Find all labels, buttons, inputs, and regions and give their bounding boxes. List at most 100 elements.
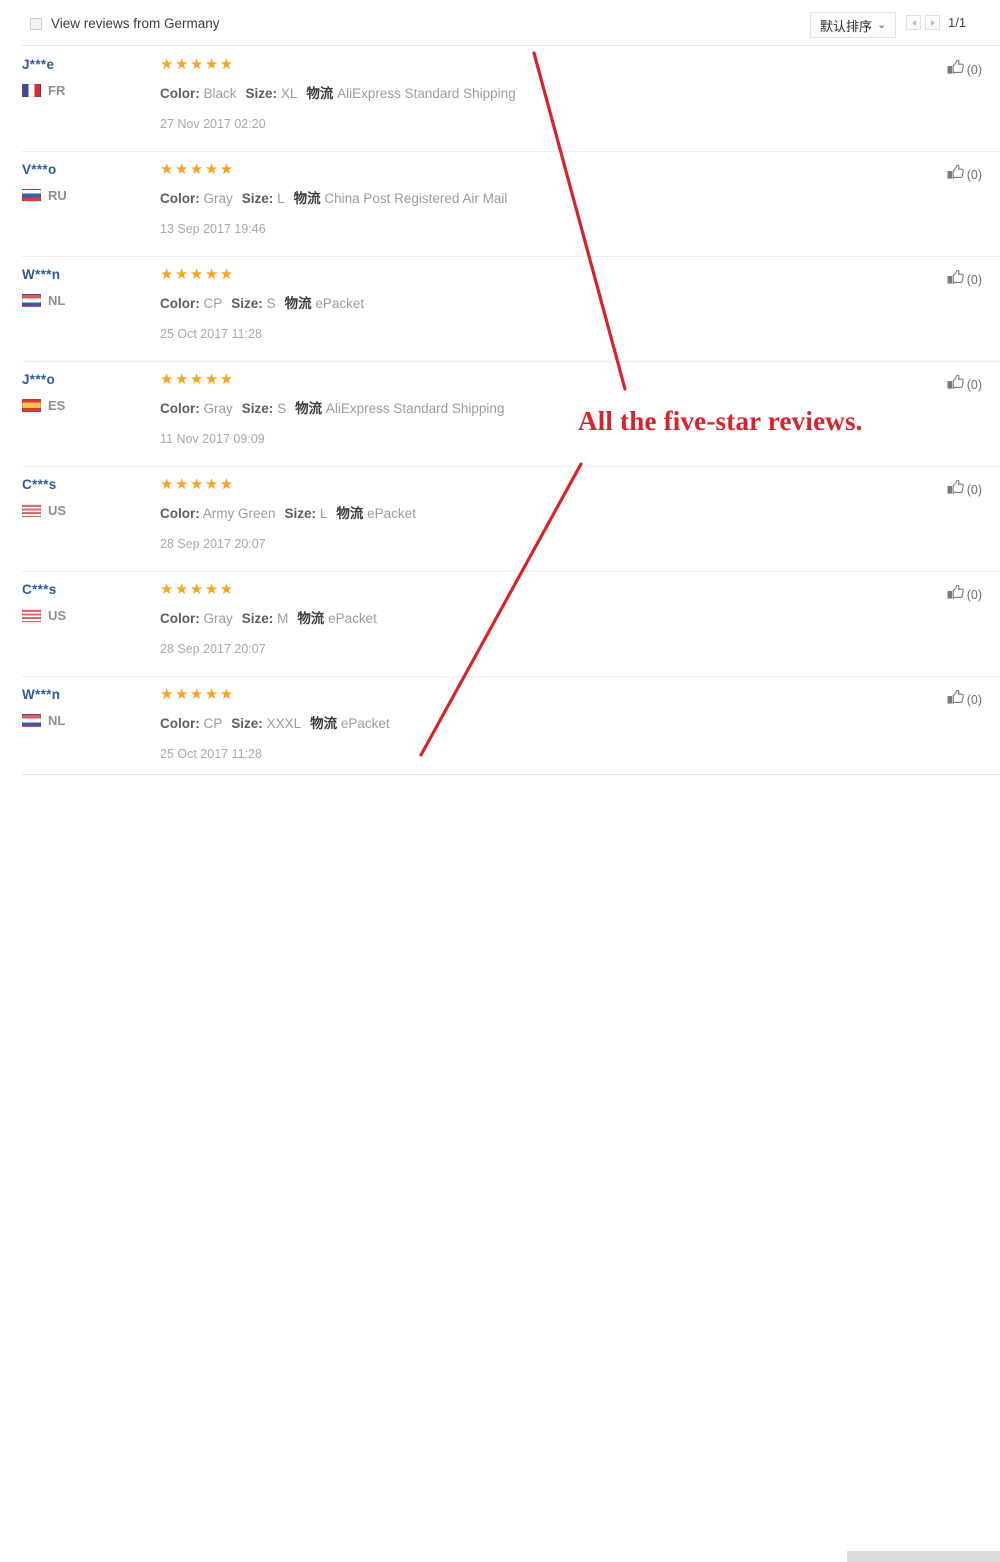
review-body: ★★★★★ Color: Gray Size: M 物流 ePacket 28 Sep … bbox=[160, 581, 880, 656]
country-code: US bbox=[48, 608, 67, 623]
logistics-value: ePacket bbox=[328, 611, 377, 626]
pagination: 1/1 bbox=[906, 15, 966, 30]
reviewer-name: J***o bbox=[22, 372, 56, 387]
helpful-button[interactable]: (0) bbox=[947, 479, 982, 500]
star-rating: ★★★★★ bbox=[160, 686, 235, 703]
thumbs-up-icon bbox=[947, 374, 964, 395]
helpful-button[interactable]: (0) bbox=[947, 374, 982, 395]
horizontal-scrollbar-track[interactable] bbox=[0, 775, 1000, 1562]
color-value: Gray bbox=[203, 401, 233, 416]
country-filter-label: View reviews from Germany bbox=[51, 16, 220, 31]
review-body: ★★★★★ Color: CP Size: S 物流 ePacket 25 Oct 20… bbox=[160, 266, 880, 341]
size-value: L bbox=[277, 191, 285, 206]
reviewer-country: US bbox=[22, 503, 152, 518]
country-code: RU bbox=[48, 188, 67, 203]
review-date: 11 Nov 2017 09:09 bbox=[160, 432, 265, 446]
sort-order-dropdown[interactable]: 默认排序 ⌄ bbox=[810, 12, 897, 38]
review-attributes: Color: CP Size: XXXL 物流 ePacket bbox=[160, 715, 880, 733]
country-code: NL bbox=[48, 293, 66, 308]
logistics-label: 物流 bbox=[284, 296, 312, 312]
thumbs-up-icon bbox=[947, 59, 964, 80]
logistics-value: ePacket bbox=[367, 506, 416, 521]
reviewer-info: V***o RU bbox=[22, 162, 152, 203]
star-rating: ★★★★★ bbox=[160, 161, 235, 178]
color-value: Gray bbox=[203, 191, 233, 206]
review-date: 28 Sep 2017 20:07 bbox=[160, 537, 266, 551]
review-body: ★★★★★ Color: Army Green Size: L 物流 ePacket 2… bbox=[160, 476, 880, 551]
helpful-count: (0) bbox=[966, 693, 982, 707]
reviewer-country: FR bbox=[22, 83, 152, 98]
next-page-button[interactable] bbox=[925, 15, 940, 30]
thumbs-up-icon bbox=[947, 479, 964, 500]
review-body: ★★★★★ Color: Gray Size: S 物流 AliExpress Sta… bbox=[160, 372, 880, 446]
size-label: Size: bbox=[241, 401, 274, 416]
helpful-count: (0) bbox=[966, 378, 982, 392]
size-label: Size: bbox=[231, 716, 263, 731]
prev-page-button[interactable] bbox=[906, 15, 921, 30]
review-attributes: Color: Gray Size: S 物流 AliExpress Standard… bbox=[160, 400, 880, 418]
helpful-button[interactable]: (0) bbox=[947, 59, 982, 80]
usa-flag-icon bbox=[22, 609, 41, 622]
logistics-value: China Post Registered Air Mail bbox=[324, 191, 508, 206]
reviewer-name: C***s bbox=[22, 477, 57, 492]
country-filter-checkbox-row[interactable]: View reviews from Germany bbox=[30, 16, 220, 31]
review-attributes: Color: Gray Size: L 物流 China Post Register… bbox=[160, 190, 880, 208]
review-date: 28 Sep 2017 20:07 bbox=[160, 642, 266, 656]
sort-order-label: 默认排序 bbox=[820, 19, 873, 35]
helpful-button[interactable]: (0) bbox=[947, 689, 982, 710]
size-label: Size: bbox=[284, 506, 317, 521]
review-row: V***o RU ★★★★★ Color: Gray Size: L 物流 China P… bbox=[0, 151, 1000, 256]
netherlands-flag-icon bbox=[22, 714, 41, 727]
russia-flag-icon bbox=[22, 189, 41, 202]
logistics-value: ePacket bbox=[340, 716, 390, 731]
logistics-label: 物流 bbox=[295, 401, 323, 417]
reviewer-info: C***s US bbox=[22, 582, 152, 623]
netherlands-flag-icon bbox=[22, 294, 41, 307]
star-rating: ★★★★★ bbox=[160, 56, 235, 73]
size-label: Size: bbox=[231, 296, 263, 311]
helpful-count: (0) bbox=[966, 483, 982, 497]
logistics-label: 物流 bbox=[293, 191, 321, 207]
review-body: ★★★★★ Color: Black Size: XL 物流 AliExpress S… bbox=[160, 56, 880, 131]
reviewer-info: J***o ES bbox=[22, 372, 152, 413]
reviewer-country: RU bbox=[22, 188, 152, 203]
color-label: Color: bbox=[160, 506, 200, 521]
triangle-left-icon bbox=[911, 19, 916, 26]
country-filter-checkbox[interactable] bbox=[30, 17, 42, 30]
review-date: 25 Oct 2017 11:28 bbox=[160, 327, 262, 341]
france-flag-icon bbox=[22, 84, 41, 97]
size-value: M bbox=[277, 611, 289, 626]
reviewer-info: W***n NL bbox=[22, 687, 152, 728]
thumbs-up-icon bbox=[947, 269, 964, 290]
color-value: CP bbox=[203, 296, 223, 311]
star-rating: ★★★★★ bbox=[160, 581, 235, 598]
color-value: Black bbox=[203, 86, 237, 101]
logistics-value: AliExpress Standard Shipping bbox=[337, 86, 516, 101]
helpful-count: (0) bbox=[966, 168, 982, 182]
review-row: W***n NL ★★★★★ Color: CP Size: XXXL 物流 ePacke… bbox=[0, 676, 1000, 781]
logistics-value: ePacket bbox=[315, 296, 365, 311]
reviewer-info: C***s US bbox=[22, 477, 152, 518]
reviewer-name: W***n bbox=[22, 687, 61, 702]
reviewer-country: ES bbox=[22, 398, 152, 413]
country-code: US bbox=[48, 503, 67, 518]
review-date: 25 Oct 2017 11:28 bbox=[160, 747, 262, 761]
reviewer-info: J***e FR bbox=[22, 57, 152, 98]
helpful-button[interactable]: (0) bbox=[947, 584, 982, 605]
size-value: XL bbox=[280, 86, 298, 101]
page-indicator: 1/1 bbox=[948, 15, 967, 30]
star-rating: ★★★★★ bbox=[160, 476, 235, 493]
color-label: Color: bbox=[160, 296, 200, 311]
color-value: Gray bbox=[203, 611, 233, 626]
review-row: C***s US ★★★★★ Color: Army Green Size: L 物流 e… bbox=[0, 466, 1000, 571]
reviewer-country: NL bbox=[22, 713, 152, 728]
helpful-button[interactable]: (0) bbox=[947, 269, 982, 290]
country-code: NL bbox=[48, 713, 66, 728]
helpful-button[interactable]: (0) bbox=[947, 164, 982, 185]
color-label: Color: bbox=[160, 401, 200, 416]
star-rating: ★★★★★ bbox=[160, 266, 235, 283]
horizontal-scrollbar-thumb[interactable] bbox=[847, 1551, 1000, 1562]
review-row: C***s US ★★★★★ Color: Gray Size: M 物流 ePacket… bbox=[0, 571, 1000, 676]
review-body: ★★★★★ Color: CP Size: XXXL 物流 ePacket 25 Oct… bbox=[160, 686, 880, 761]
size-value: S bbox=[266, 296, 276, 311]
